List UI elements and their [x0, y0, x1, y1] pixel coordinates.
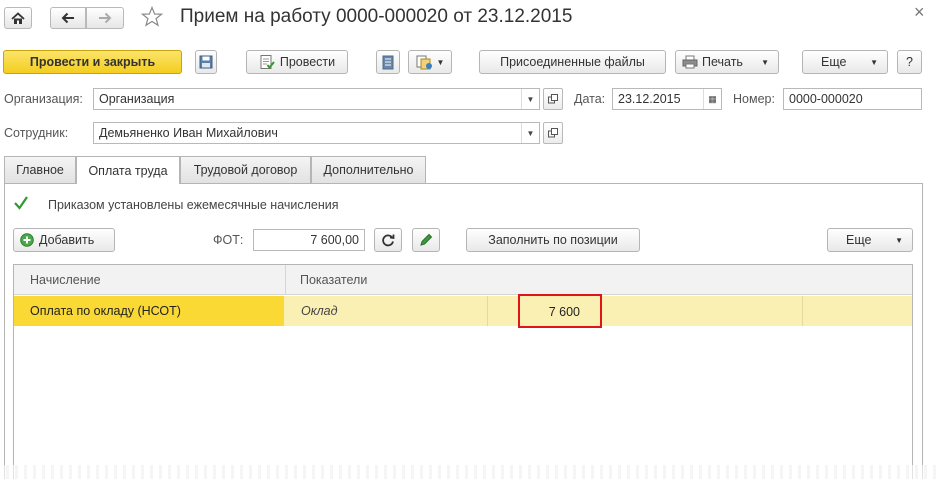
date-label: Дата: [574, 92, 606, 106]
open-link-icon [548, 94, 558, 104]
accrual-cell[interactable]: Оплата по окладу (НСОТ) [14, 296, 284, 326]
post-button[interactable]: Провести [246, 50, 348, 74]
close-icon[interactable]: × [914, 2, 925, 23]
back-button[interactable] [50, 7, 86, 29]
arrow-right-icon [99, 12, 112, 24]
table-more-button-label: Еще [846, 233, 872, 247]
monthly-accruals-checkbox[interactable] [13, 195, 29, 211]
column-header-accrual[interactable]: Начисление [30, 273, 101, 287]
employee-value: Демьяненко Иван Михайлович [99, 126, 278, 140]
open-organization-button[interactable] [543, 88, 563, 110]
fot-label: ФОТ: [213, 233, 244, 247]
post-and-close-button[interactable]: Провести и закрыть [3, 50, 182, 74]
column-divider [285, 265, 286, 295]
organization-field[interactable]: Организация ▼ [93, 88, 540, 110]
fot-field[interactable]: 7 600,00 [253, 229, 365, 251]
chevron-down-icon: ▼ [436, 57, 445, 67]
more-button-label: Еще [821, 55, 847, 69]
number-field[interactable]: 0000-000020 [783, 88, 922, 110]
home-button[interactable] [4, 7, 32, 29]
post-button-label: Провести [279, 55, 336, 69]
forward-button[interactable] [86, 7, 124, 29]
tab-payment[interactable]: Оплата труда [76, 156, 180, 184]
add-button-label: Добавить [39, 233, 95, 247]
date-value: 23.12.2015 [618, 92, 681, 106]
pencil-icon [420, 233, 433, 246]
fot-value: 7 600,00 [310, 233, 359, 247]
number-value: 0000-000020 [789, 92, 863, 106]
dropdown-arrow-icon[interactable]: ▼ [521, 89, 539, 109]
checkmark-icon [14, 196, 28, 210]
save-button[interactable] [195, 50, 217, 74]
column-header-indicators[interactable]: Показатели [300, 273, 367, 287]
favorite-star-icon[interactable] [141, 6, 163, 27]
edit-button[interactable] [412, 228, 440, 252]
create-based-on-button[interactable]: ▼ [408, 50, 452, 74]
calendar-icon[interactable]: ▦ [703, 89, 721, 109]
cell-divider [487, 296, 488, 326]
table-more-button[interactable]: Еще ▼ [827, 228, 913, 252]
print-button-label: Печать [702, 55, 743, 69]
post-document-icon [260, 55, 275, 70]
organization-value: Организация [99, 92, 175, 106]
add-plus-icon [20, 233, 34, 247]
tab-main[interactable]: Главное [4, 156, 76, 183]
add-button[interactable]: Добавить [13, 228, 115, 252]
open-link-icon [548, 128, 558, 138]
refresh-button[interactable] [374, 228, 402, 252]
cell-divider [802, 296, 803, 326]
tab-employment-contract[interactable]: Трудовой договор [180, 156, 311, 183]
indicator-value-cell[interactable]: 7 600 [518, 294, 602, 328]
printer-icon [682, 55, 698, 69]
more-button[interactable]: Еще ▼ [802, 50, 888, 74]
open-employee-button[interactable] [543, 122, 563, 144]
employee-label: Сотрудник: [4, 126, 69, 140]
accruals-table[interactable]: Начисление Показатели Оплата по окладу (… [13, 264, 913, 479]
monthly-accruals-label: Приказом установлены ежемесячные начисле… [48, 198, 339, 212]
save-icon [199, 55, 213, 69]
journal-button[interactable] [376, 50, 400, 74]
refresh-icon [382, 234, 395, 247]
help-button[interactable]: ? [897, 50, 922, 74]
create-based-on-icon [416, 55, 432, 70]
tab-additional[interactable]: Дополнительно [311, 156, 426, 183]
table-row[interactable]: Оплата по окладу (НСОТ) Оклад 7 600 [14, 294, 912, 328]
list-journal-icon [382, 55, 394, 69]
chevron-down-icon: ▼ [870, 57, 878, 67]
torn-edge [0, 465, 941, 479]
number-label: Номер: [733, 92, 775, 106]
indicator-name-cell[interactable]: Оклад [301, 304, 338, 318]
chevron-down-icon: ▼ [895, 235, 903, 245]
print-button[interactable]: Печать ▼ [675, 50, 779, 74]
employee-field[interactable]: Демьяненко Иван Михайлович ▼ [93, 122, 540, 144]
dropdown-arrow-icon[interactable]: ▼ [521, 123, 539, 143]
chevron-down-icon: ▼ [761, 57, 769, 67]
arrow-left-icon [61, 12, 74, 24]
table-header: Начисление Показатели [14, 265, 912, 295]
attached-files-button[interactable]: Присоединенные файлы [479, 50, 666, 74]
date-field[interactable]: 23.12.2015 ▦ [612, 88, 722, 110]
window-title: Прием на работу 0000-000020 от 23.12.201… [180, 6, 573, 27]
fill-by-position-button[interactable]: Заполнить по позиции [466, 228, 640, 252]
home-icon [11, 11, 25, 24]
indicator-value: 7 600 [548, 305, 580, 319]
organization-label: Организация: [4, 92, 83, 106]
